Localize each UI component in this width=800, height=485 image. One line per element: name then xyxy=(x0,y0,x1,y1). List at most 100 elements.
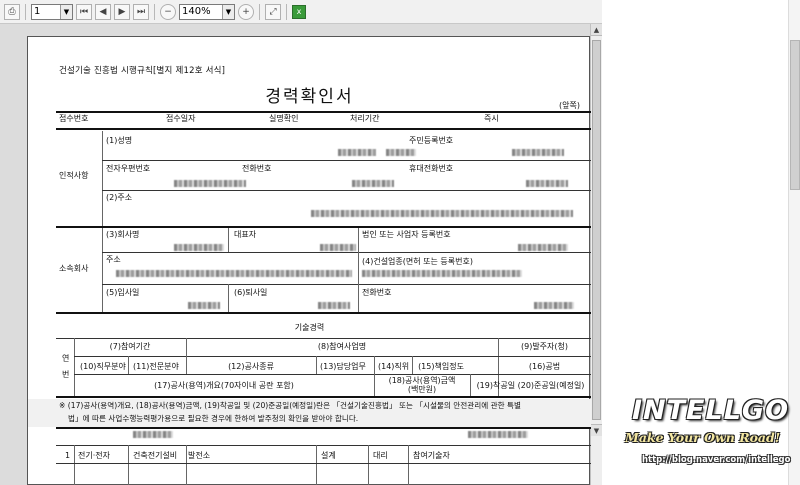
last-page-icon[interactable]: ⏭ xyxy=(133,3,149,20)
receipt-row-border xyxy=(56,128,591,130)
chevron-down-icon[interactable]: ▼ xyxy=(60,4,72,19)
company-section-label: 소속회사 xyxy=(59,264,89,273)
section-border xyxy=(56,396,591,398)
company-phone-redacted xyxy=(534,302,574,309)
fit-page-icon[interactable]: ⤢ xyxy=(265,3,281,20)
section-divider xyxy=(102,228,103,312)
scrollbar-thumb[interactable] xyxy=(790,40,800,190)
table-top-border xyxy=(56,111,591,113)
receipt-no-label: 접수번호 xyxy=(59,114,89,123)
form-page: 건설기술 진흥법 시행규칙[별지 제12호 서식] 경력확인서 (앞쪽) 접수번… xyxy=(27,36,591,485)
note-line-1: ※ (17)공사(용역)개요, (18)공사(용역)금액, (19)착공일 및 … xyxy=(59,401,522,410)
email-label: 전자우편번호 xyxy=(106,164,151,173)
scrollbar-thumb[interactable] xyxy=(592,40,601,420)
row-responsibility: 참여기술자 xyxy=(413,451,450,460)
cell-divider xyxy=(128,445,129,485)
cell-divider xyxy=(74,445,75,485)
serial-label: 연 xyxy=(62,354,70,363)
toolbar-separator xyxy=(259,3,260,20)
cell-divider xyxy=(358,284,359,312)
cell-divider xyxy=(228,284,229,312)
client-label: (9)발주자(청) xyxy=(520,342,568,351)
participation-period-label: (7)참여기간 xyxy=(109,342,151,351)
row-border xyxy=(74,374,591,375)
law-reference: 건설기술 진흥법 시행규칙[별지 제12호 서식] xyxy=(59,66,226,76)
zoom-out-icon[interactable]: − xyxy=(160,3,176,20)
cell-divider xyxy=(316,445,317,485)
row-border xyxy=(102,252,591,253)
row-border xyxy=(102,160,591,161)
scroll-up-icon[interactable]: ▲ xyxy=(591,24,602,36)
row-border xyxy=(74,356,591,357)
ceo-redacted xyxy=(320,244,356,251)
business-type-redacted xyxy=(362,270,522,277)
phone-label: 전화번호 xyxy=(242,164,272,173)
note-line-2: 법」에 따른 사업수행능력평가용으로 필요한 경우에 한하여 발주청의 확인을 … xyxy=(68,414,359,423)
company-address-redacted xyxy=(116,270,352,277)
section-border xyxy=(56,427,591,429)
project-name-label: (8)참여사업명 xyxy=(317,342,367,351)
cell-divider xyxy=(374,356,375,374)
page-number-value: 1 xyxy=(34,6,41,17)
processing-period-label: 처리기간 xyxy=(350,114,380,123)
company-phone-label: 전화번호 xyxy=(362,288,392,297)
personal-section-label: 인적사항 xyxy=(59,171,89,180)
corp-reg-no-redacted xyxy=(518,244,568,251)
row-work-type: 발전소 xyxy=(188,451,211,460)
name-redacted xyxy=(386,149,416,156)
zoom-combo[interactable]: 140% ▼ xyxy=(179,3,235,20)
row-number: 1 xyxy=(65,451,71,460)
row-border xyxy=(56,463,591,464)
watermark-slogan: Make Your Own Road! xyxy=(625,430,781,445)
address-label: (2)주소 xyxy=(106,193,133,202)
cell-divider xyxy=(358,252,359,284)
previous-page-icon[interactable]: ◀ xyxy=(95,3,111,20)
leave-date-label: (6)퇴사일 xyxy=(234,288,268,297)
resident-no-label: 주민등록번호 xyxy=(409,136,454,145)
row-border xyxy=(56,338,591,339)
zoom-value: 140% xyxy=(182,6,211,17)
row-period-redacted xyxy=(133,431,173,438)
chevron-down-icon[interactable]: ▼ xyxy=(222,4,234,19)
resident-no-redacted xyxy=(512,149,564,156)
career-section-title: 기술경력 xyxy=(294,323,325,332)
join-date-redacted xyxy=(188,302,220,309)
row-border xyxy=(56,445,591,446)
company-address-label: 주소 xyxy=(106,255,121,264)
report-viewer-window: ⎙ 1 ▼ ⏮ ◀ ▶ ⏭ − 140% ▼ + ⤢ x ▲ ▼ 건설기술 진흥… xyxy=(0,0,800,485)
form-title: 경력확인서 xyxy=(265,87,354,107)
cell-divider xyxy=(128,356,129,374)
field-label: (10)직무분야 xyxy=(80,362,126,371)
print-icon[interactable]: ⎙ xyxy=(4,3,20,20)
amount-unit-label: (백만원) xyxy=(407,385,437,394)
export-excel-icon[interactable]: x xyxy=(292,4,306,19)
responsibility-label: (15)책임정도 xyxy=(418,362,464,371)
corp-reg-no-label: 법인 또는 사업자 등록번호 xyxy=(362,230,451,239)
row-client-redacted xyxy=(468,431,528,438)
row-field: 전기·전자 xyxy=(78,451,110,460)
name-label: (1)성명 xyxy=(106,136,133,145)
cell-divider xyxy=(368,445,369,485)
zoom-in-icon[interactable]: + xyxy=(238,3,254,20)
join-date-label: (5)입사일 xyxy=(106,288,140,297)
toolbar-separator xyxy=(154,3,155,20)
business-type-label: (4)건설업종(면허 또는 등록번호) xyxy=(362,257,473,266)
email-redacted xyxy=(174,180,246,187)
position-label: (14)직위 xyxy=(378,362,410,371)
watermark-brand: INTELLGO xyxy=(632,395,790,426)
real-name-check-label: 실명확인 xyxy=(269,114,299,123)
next-page-icon[interactable]: ▶ xyxy=(114,3,130,20)
company-name-redacted xyxy=(174,244,224,251)
page-number-combo[interactable]: 1 ▼ xyxy=(31,3,73,20)
section-border xyxy=(56,312,591,314)
watermark: INTELLGO Make Your Own Road! http://blog… xyxy=(600,395,800,485)
name-redacted xyxy=(338,149,376,156)
ceo-label: 대표자 xyxy=(234,230,257,239)
row-position: 대리 xyxy=(373,451,388,460)
cell-divider xyxy=(186,445,187,485)
method-label: (16)공법 xyxy=(528,362,561,371)
work-type-label: (12)공사종류 xyxy=(228,362,274,371)
mobile-redacted xyxy=(526,180,568,187)
first-page-icon[interactable]: ⏮ xyxy=(76,3,92,20)
cell-divider xyxy=(358,228,359,252)
